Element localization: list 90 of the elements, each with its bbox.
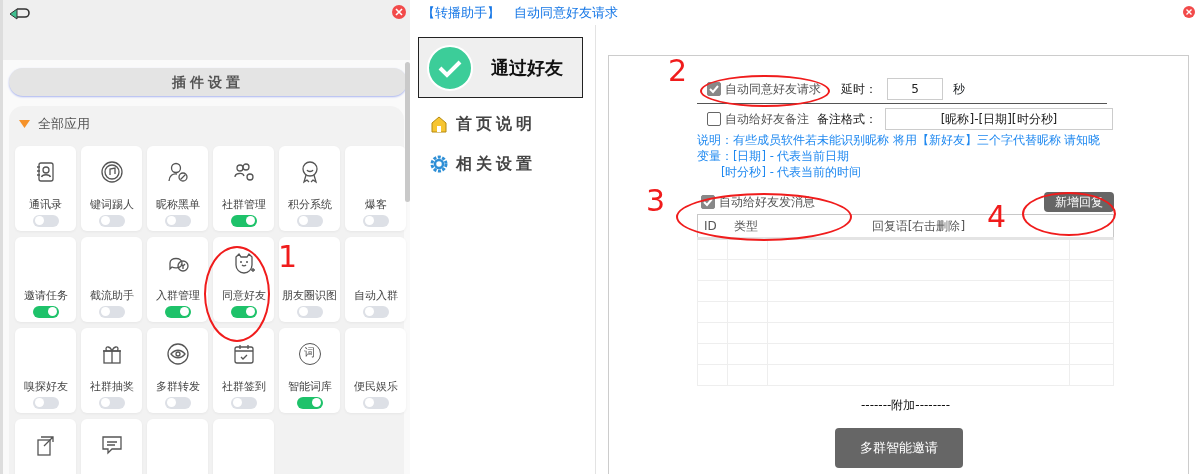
tile-label: 社群签到 bbox=[221, 379, 266, 394]
toggle-switch[interactable] bbox=[296, 396, 323, 409]
annotation-number: 3 bbox=[646, 186, 666, 216]
app-tile[interactable]: 昵称黑单 bbox=[147, 145, 208, 231]
app-tile[interactable]: 社群抽奖 bbox=[81, 327, 142, 413]
note-text: 变量：[日期] - 代表当前日期 bbox=[697, 148, 851, 164]
close-icon[interactable] bbox=[1183, 6, 1195, 18]
tile-label: 截流助手 bbox=[89, 288, 134, 303]
toggle-switch[interactable] bbox=[230, 396, 257, 409]
app-tile[interactable]: 键词踢人 bbox=[81, 145, 142, 231]
delay-label: 延时： bbox=[841, 81, 877, 98]
annotation-number: 4 bbox=[987, 202, 1007, 232]
toggle-switch[interactable] bbox=[296, 214, 323, 227]
toggle-switch[interactable] bbox=[164, 305, 191, 318]
section-divider-label: -------附加-------- bbox=[860, 397, 951, 414]
tile-label: 便民娱乐 bbox=[353, 379, 398, 394]
plugin-settings-button[interactable]: 插件设置 bbox=[9, 68, 407, 96]
app-tile[interactable]: 便民娱乐 bbox=[345, 327, 406, 413]
remark-format-field[interactable]: [昵称]-[日期][时分秒] bbox=[885, 108, 1113, 130]
tile-label: 邀请任务 bbox=[23, 288, 68, 303]
home-icon bbox=[430, 115, 448, 133]
tile-label: 同意好友 bbox=[221, 288, 266, 303]
caret-icon[interactable] bbox=[19, 119, 30, 128]
app-tile[interactable]: 词 智能词库 bbox=[279, 327, 340, 413]
window-title: 自动同意好友请求 bbox=[514, 4, 618, 22]
tile-label: 朋友圈识图 bbox=[282, 288, 337, 303]
tile-label: 嗅探好友 bbox=[23, 379, 68, 394]
tile-label: 昵称黑单 bbox=[155, 197, 200, 212]
app-tile[interactable]: 入群管理 bbox=[147, 236, 208, 322]
gear-icon bbox=[430, 155, 448, 173]
toggle-switch[interactable] bbox=[98, 305, 125, 318]
toggle-switch[interactable] bbox=[32, 396, 59, 409]
eye-icon bbox=[165, 341, 190, 366]
app-tile[interactable]: 多群转发 bbox=[147, 327, 208, 413]
toggle-switch[interactable] bbox=[32, 305, 59, 318]
toggle-switch[interactable] bbox=[296, 305, 323, 318]
column-header: ID bbox=[697, 214, 728, 239]
tile-label: 爆客 bbox=[364, 197, 387, 212]
scrollbar[interactable] bbox=[405, 62, 410, 202]
app-tile[interactable]: 通讯录 bbox=[15, 145, 76, 231]
checkbox-label: 自动给好友备注 bbox=[725, 111, 809, 128]
checkbox[interactable] bbox=[707, 82, 721, 96]
annotation-number: 2 bbox=[668, 56, 688, 86]
app-tile[interactable]: 截流助手 bbox=[81, 236, 142, 322]
column-header: 类型 bbox=[727, 214, 768, 239]
delay-field[interactable]: 5 bbox=[887, 78, 943, 100]
checkbox-label: 自动同意好友请求 bbox=[725, 81, 821, 98]
tile-label: 积分系统 bbox=[287, 197, 332, 212]
unit-label: 秒 bbox=[953, 81, 965, 98]
toggle-switch[interactable] bbox=[362, 305, 389, 318]
annotation-number: 1 bbox=[278, 242, 298, 272]
checkbox[interactable] bbox=[701, 195, 715, 209]
toggle-switch[interactable] bbox=[98, 396, 125, 409]
app-tile[interactable]: 爆客 bbox=[345, 145, 406, 231]
app-tile[interactable]: 社群管理 bbox=[213, 145, 274, 231]
menu-tab[interactable]: 通过好友 bbox=[418, 37, 583, 98]
toggle-switch[interactable] bbox=[362, 214, 389, 227]
toggle-switch[interactable] bbox=[164, 396, 191, 409]
check-circle-icon bbox=[427, 44, 473, 91]
app-tile[interactable]: 同意好友 bbox=[213, 236, 274, 322]
app-tile[interactable]: 嗅探好友 bbox=[15, 327, 76, 413]
toggle-switch[interactable] bbox=[164, 214, 191, 227]
back-arrow-icon[interactable] bbox=[9, 7, 31, 21]
app-tile[interactable]: 积分系统 bbox=[279, 145, 340, 231]
tile-label: 入群管理 bbox=[155, 288, 200, 303]
note-text: 说明：有些成员软件若未能识别昵称 将用【新好友】三个字代替昵称 请知晓 bbox=[697, 132, 1102, 148]
tile-label: 社群管理 bbox=[221, 197, 266, 212]
toggle-switch[interactable] bbox=[32, 214, 59, 227]
app-tile[interactable]: 邀请任务 bbox=[15, 236, 76, 322]
menu-item[interactable]: 首页说明 bbox=[418, 104, 536, 144]
note-text: [时分秒] - 代表当前的时间 bbox=[720, 164, 863, 180]
toggle-switch[interactable] bbox=[230, 214, 257, 227]
tile-label: 自动入群 bbox=[353, 288, 398, 303]
app-tile[interactable]: 自动入群 bbox=[345, 236, 406, 322]
tile-label: 多群转发 bbox=[155, 379, 200, 394]
group-title: 全部应用 bbox=[38, 115, 90, 133]
remark-format-label: 备注格式： bbox=[817, 111, 877, 128]
tile-label: 社群抽奖 bbox=[89, 379, 134, 394]
invite-button[interactable]: 多群智能邀请 bbox=[835, 428, 963, 468]
checkbox[interactable] bbox=[707, 112, 721, 126]
toggle-switch[interactable] bbox=[362, 396, 389, 409]
app-tile[interactable]: 社群签到 bbox=[213, 327, 274, 413]
tile-label: 通讯录 bbox=[29, 197, 62, 212]
tile-label: 智能词库 bbox=[287, 379, 332, 394]
app-title: 【转播助手】 bbox=[422, 4, 500, 22]
tile-label: 键词踢人 bbox=[89, 197, 134, 212]
toggle-switch[interactable] bbox=[98, 214, 125, 227]
close-icon[interactable] bbox=[392, 5, 406, 19]
toggle-switch[interactable] bbox=[230, 305, 257, 318]
menu-item[interactable]: 相关设置 bbox=[418, 144, 536, 184]
